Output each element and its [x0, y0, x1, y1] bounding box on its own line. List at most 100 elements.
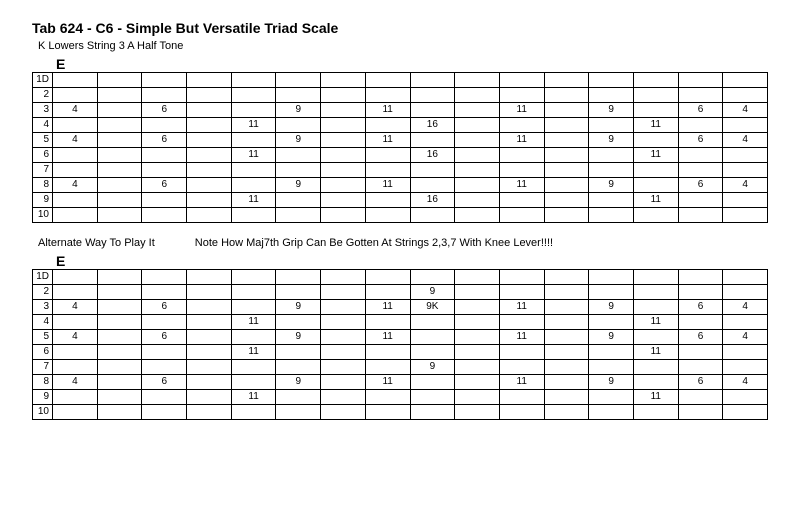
tab-cell [589, 270, 634, 285]
tab-cell [633, 73, 678, 88]
tab-row: 3469119K11964 [33, 300, 768, 315]
tab-cell [142, 390, 187, 405]
tab-cell: 4 [723, 330, 768, 345]
tab-cell [544, 315, 589, 330]
tab-cell [187, 148, 232, 163]
tab-cell [231, 133, 276, 148]
tab-cell [97, 315, 142, 330]
tab-cell [231, 285, 276, 300]
tab-cell: 11 [499, 103, 544, 118]
tab-cell [142, 405, 187, 420]
tab-cell [455, 118, 500, 133]
tab-cell [142, 208, 187, 223]
tab-cell: 11 [365, 133, 410, 148]
tab-cell: 6 [142, 375, 187, 390]
tab-cell [499, 390, 544, 405]
tab-cell: 9K [410, 300, 455, 315]
tab-row: 61111 [33, 345, 768, 360]
tab-row: 91111 [33, 390, 768, 405]
tab-cell: 11 [499, 300, 544, 315]
tab-cell [53, 88, 98, 103]
tab-cell [455, 88, 500, 103]
row-label: 4 [33, 118, 53, 133]
tab-cell: 4 [723, 133, 768, 148]
tab-cell [321, 208, 366, 223]
tab-cell [589, 405, 634, 420]
row-label: 7 [33, 360, 53, 375]
tab-cell [410, 103, 455, 118]
tab-cell [723, 148, 768, 163]
tab-cell: 11 [499, 178, 544, 193]
tab-cell: 6 [678, 300, 723, 315]
tab-cell [53, 345, 98, 360]
tab-cell: 6 [678, 178, 723, 193]
tab-cell [499, 73, 544, 88]
tab-cell: 9 [276, 300, 321, 315]
note-label: Note How Maj7th Grip Can Be Gotten At St… [195, 237, 553, 249]
tab-cell [633, 178, 678, 193]
tab-cell: 11 [499, 330, 544, 345]
tab-cell [499, 270, 544, 285]
tab-row: 1D [33, 73, 768, 88]
tab-cell [633, 285, 678, 300]
tab-cell: 6 [678, 133, 723, 148]
tab-cell [544, 148, 589, 163]
tab-cell [544, 88, 589, 103]
tab-cell [97, 300, 142, 315]
tab-cell [544, 178, 589, 193]
row-label: 10 [33, 405, 53, 420]
tab-cell: 9 [276, 178, 321, 193]
tab-cell [321, 300, 366, 315]
tab-cell [410, 73, 455, 88]
tab-cell [633, 405, 678, 420]
tab-cell [321, 360, 366, 375]
row-label: 8 [33, 178, 53, 193]
tab-cell [321, 88, 366, 103]
tab-cell [678, 345, 723, 360]
page-title: Tab 624 - C6 - Simple But Versatile Tria… [32, 20, 768, 36]
tab-cell: 4 [53, 375, 98, 390]
tab-cell [589, 73, 634, 88]
tab-cell [455, 103, 500, 118]
tab-cell [142, 315, 187, 330]
tab-cell [678, 208, 723, 223]
tab-cell [321, 405, 366, 420]
tab-cell [544, 405, 589, 420]
tab-cell [678, 285, 723, 300]
tab-cell: 11 [499, 375, 544, 390]
tab-cell [97, 178, 142, 193]
tab-cell: 11 [231, 148, 276, 163]
tab-cell [187, 270, 232, 285]
row-label: 6 [33, 148, 53, 163]
tab-cell [231, 360, 276, 375]
tab-cell: 9 [276, 330, 321, 345]
tab-cell: 6 [142, 300, 187, 315]
tab-cell [365, 285, 410, 300]
tab-cell [589, 315, 634, 330]
tab-cell [678, 405, 723, 420]
tab-row: 41111 [33, 315, 768, 330]
tab-cell: 4 [53, 300, 98, 315]
tab-cell: 11 [365, 330, 410, 345]
tab-cell [455, 133, 500, 148]
tab-cell [365, 405, 410, 420]
row-label: 9 [33, 390, 53, 405]
tab-cell: 9 [589, 330, 634, 345]
tab-cell [53, 390, 98, 405]
tab-cell: 4 [723, 103, 768, 118]
tab-cell [499, 208, 544, 223]
tab-cell [187, 375, 232, 390]
tab-cell [97, 375, 142, 390]
tab-cell [365, 193, 410, 208]
tab-cell: 11 [231, 390, 276, 405]
tab-cell: 11 [365, 178, 410, 193]
tab-row: 79 [33, 360, 768, 375]
tab-cell: 9 [276, 375, 321, 390]
tab-cell: 9 [589, 300, 634, 315]
row-label: 3 [33, 103, 53, 118]
tab-cell [633, 360, 678, 375]
tab-cell [589, 360, 634, 375]
tab-row: 54691111964 [33, 133, 768, 148]
between-text: Alternate Way To Play ItNote How Maj7th … [38, 237, 768, 249]
tab-cell [455, 405, 500, 420]
